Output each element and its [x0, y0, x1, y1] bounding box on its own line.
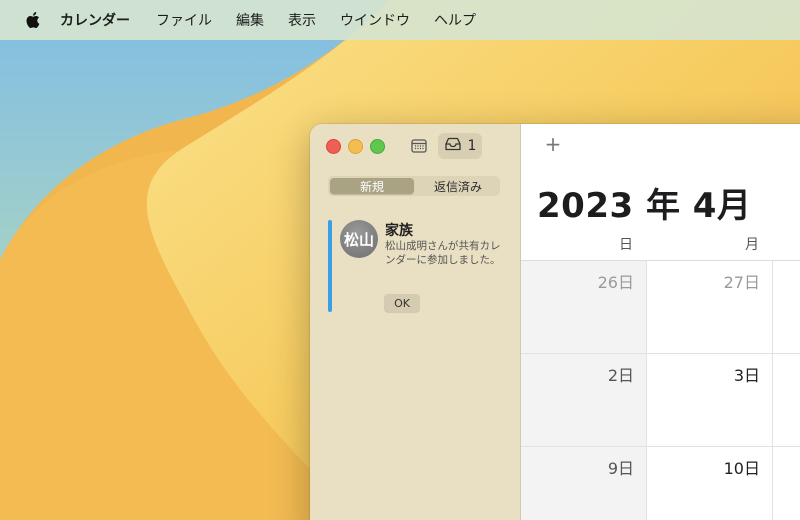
- menu-window[interactable]: ウインドウ: [340, 10, 410, 30]
- calendar-list-icon[interactable]: [410, 137, 428, 155]
- invitation-calendar-name: 家族: [385, 223, 413, 239]
- tab-replied[interactable]: 返信済み: [416, 176, 500, 196]
- day-cell[interactable]: 26日: [521, 261, 647, 354]
- invitation-filter-segmented-control: 新規 返信済み: [328, 176, 500, 196]
- menu-help[interactable]: ヘルプ: [434, 10, 476, 30]
- day-cell[interactable]: [773, 354, 800, 447]
- month-grid: 26日 27日 2日 3日 9日 10日: [521, 260, 800, 520]
- close-window-button[interactable]: [326, 139, 341, 154]
- inbox-button[interactable]: 1: [438, 133, 482, 159]
- invitation-message: 松山成明さんが共有カレンダーに参加しました。: [385, 240, 501, 266]
- calendar-main-view: + 2023 年 4月 日 月 26日 27日 2日 3日 9日 10日: [521, 124, 800, 520]
- day-cell[interactable]: [773, 261, 800, 354]
- menu-app-name[interactable]: カレンダー: [60, 10, 130, 30]
- avatar: 松山: [340, 220, 378, 258]
- invitations-sidebar: 1 新規 返信済み 松山 家族 松山成明さんが共有カレンダーに参加しました。 O…: [310, 124, 521, 520]
- desktop-wallpaper: カレンダー ファイル 編集 表示 ウインドウ ヘルプ 1 新規 返信済み 松山 …: [0, 0, 800, 520]
- day-cell[interactable]: 2日: [521, 354, 647, 447]
- day-number: 27日: [723, 273, 760, 292]
- menu-bar: カレンダー ファイル 編集 表示 ウインドウ ヘルプ: [0, 0, 800, 40]
- weekday-sunday: 日: [619, 237, 633, 253]
- zoom-window-button[interactable]: [370, 139, 385, 154]
- day-number: 2日: [607, 366, 634, 385]
- calendar-window: 1 新規 返信済み 松山 家族 松山成明さんが共有カレンダーに参加しました。 O…: [310, 124, 800, 520]
- inbox-tray-icon: [444, 137, 462, 155]
- day-cell[interactable]: 3日: [647, 354, 773, 447]
- apple-menu-icon[interactable]: [24, 11, 40, 29]
- day-cell[interactable]: 10日: [647, 447, 773, 520]
- day-number: 9日: [607, 459, 634, 478]
- day-cell[interactable]: 9日: [521, 447, 647, 520]
- weekday-monday: 月: [745, 237, 759, 253]
- month-title: 2023 年 4月: [537, 186, 752, 226]
- day-cell[interactable]: [773, 447, 800, 520]
- day-number: 26日: [597, 273, 634, 292]
- calendar-color-bar: [328, 220, 332, 312]
- invitation-item[interactable]: 松山 家族 松山成明さんが共有カレンダーに参加しました。 OK: [328, 220, 508, 316]
- day-number: 10日: [723, 459, 760, 478]
- menu-view[interactable]: 表示: [288, 10, 316, 30]
- day-number: 3日: [733, 366, 760, 385]
- day-cell[interactable]: 27日: [647, 261, 773, 354]
- menu-file[interactable]: ファイル: [156, 10, 212, 30]
- add-event-button[interactable]: +: [543, 134, 563, 154]
- inbox-count: 1: [467, 138, 477, 154]
- menu-edit[interactable]: 編集: [236, 10, 264, 30]
- minimize-window-button[interactable]: [348, 139, 363, 154]
- ok-button[interactable]: OK: [384, 294, 420, 312]
- tab-new[interactable]: 新規: [330, 178, 414, 194]
